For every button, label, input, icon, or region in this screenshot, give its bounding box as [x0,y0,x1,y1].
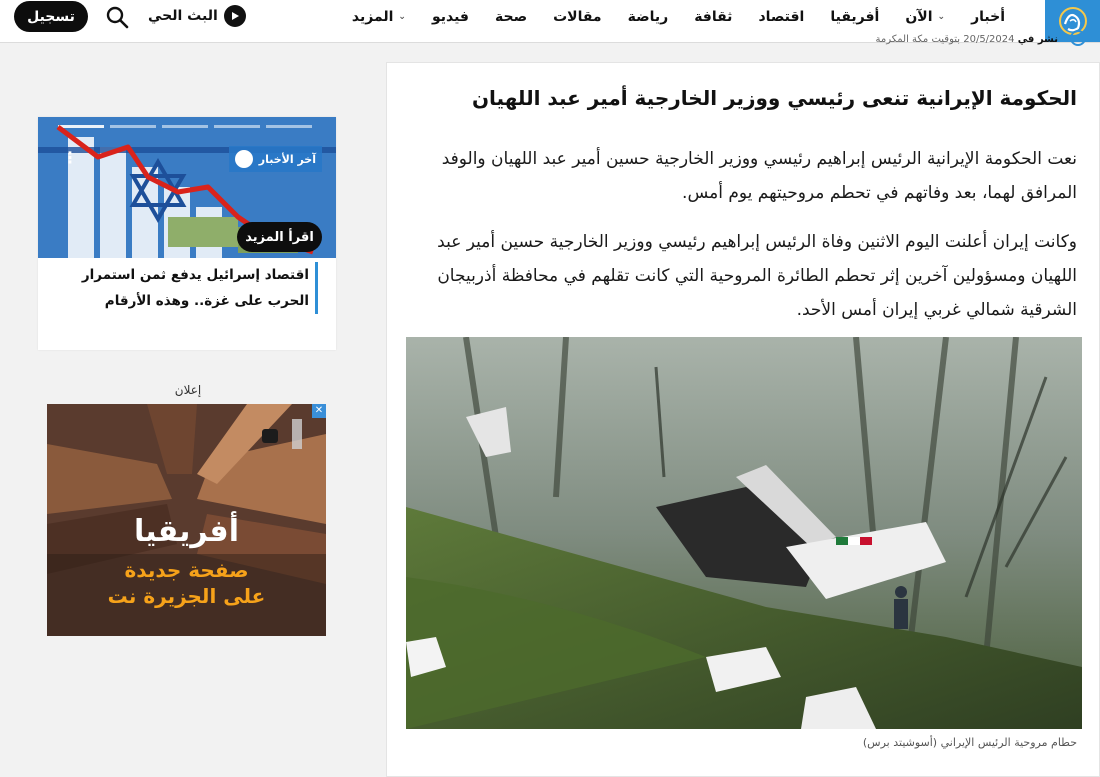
nav-item-sports[interactable]: رياضة [615,9,682,25]
main-menu: أخبار الآن ⌄ أفريقيا اقتصاد ثقافة رياضة م… [339,0,1018,34]
more-options-icon[interactable]: ⋮ [62,148,78,167]
nav-item-africa[interactable]: أفريقيا [817,9,892,25]
latest-news-tag: آخر الأخبار [228,146,322,172]
nav-item-news[interactable]: أخبار [958,9,1018,25]
chevron-down-icon: ⌄ [398,12,406,22]
chevron-down-icon: ⌄ [937,12,946,22]
advertisement[interactable]: ✕ أفريقيا صفحة جديدة على الجزيرة نت [47,404,326,636]
nav-item-economy[interactable]: اقتصاد [745,9,817,25]
read-more-button[interactable]: اقرأ المزيد [237,222,322,252]
ad-headline: أفريقيا [134,514,239,549]
promo-image: ⋮ آخر الأخبار اقرأ المزيد [38,117,336,258]
nav-item-now[interactable]: الآن ⌄ [892,9,958,25]
nav-item-culture[interactable]: ثقافة [681,9,745,25]
search-icon[interactable] [104,4,130,30]
ad-subline: صفحة جديدة [124,558,249,582]
article-paragraph: نعت الحكومة الإيرانية الرئيس إبراهيم رئي… [441,149,1077,203]
latest-news-card[interactable]: ⋮ آخر الأخبار اقرأ المزيد اقتصاد إسرائيل… [38,117,336,350]
live-stream-link[interactable]: البث الحي [148,5,246,27]
nav-item-health[interactable]: صحة [482,9,540,25]
nav-item-more[interactable]: المزيد ⌄ [339,9,419,25]
clock-icon [1070,30,1086,46]
nav-item-articles[interactable]: مقالات [540,9,615,25]
nav-item-video[interactable]: فيديو [419,9,482,25]
article-paragraph: وكانت إيران أعلنت اليوم الاثنين وفاة الر… [437,232,1077,320]
photo-caption: حطام مروحية الرئيس الإيراني (أسوشيتد برس… [862,736,1077,749]
ad-subline: على الجزيرة نت [107,584,266,608]
article-photo [406,337,1082,729]
live-stream-label: البث الحي [148,8,218,24]
promo-headline[interactable]: اقتصاد إسرائيل يدفع ثمن استمرار الحرب عل… [47,262,318,314]
play-icon [223,5,246,27]
publish-date: نشر في 20/5/2024 بتوقيت مكة المكرمة [875,34,1058,45]
article-card: الحكومة الإيرانية تنعى رئيسي ووزير الخار… [386,62,1100,777]
article-headline: الحكومة الإيرانية تنعى رئيسي ووزير الخار… [471,86,1077,110]
close-icon[interactable]: ✕ [312,404,326,418]
ad-label: إعلان [174,383,202,397]
aljazeera-logo-icon [234,150,253,168]
signup-button[interactable]: تسجيل [14,1,88,32]
